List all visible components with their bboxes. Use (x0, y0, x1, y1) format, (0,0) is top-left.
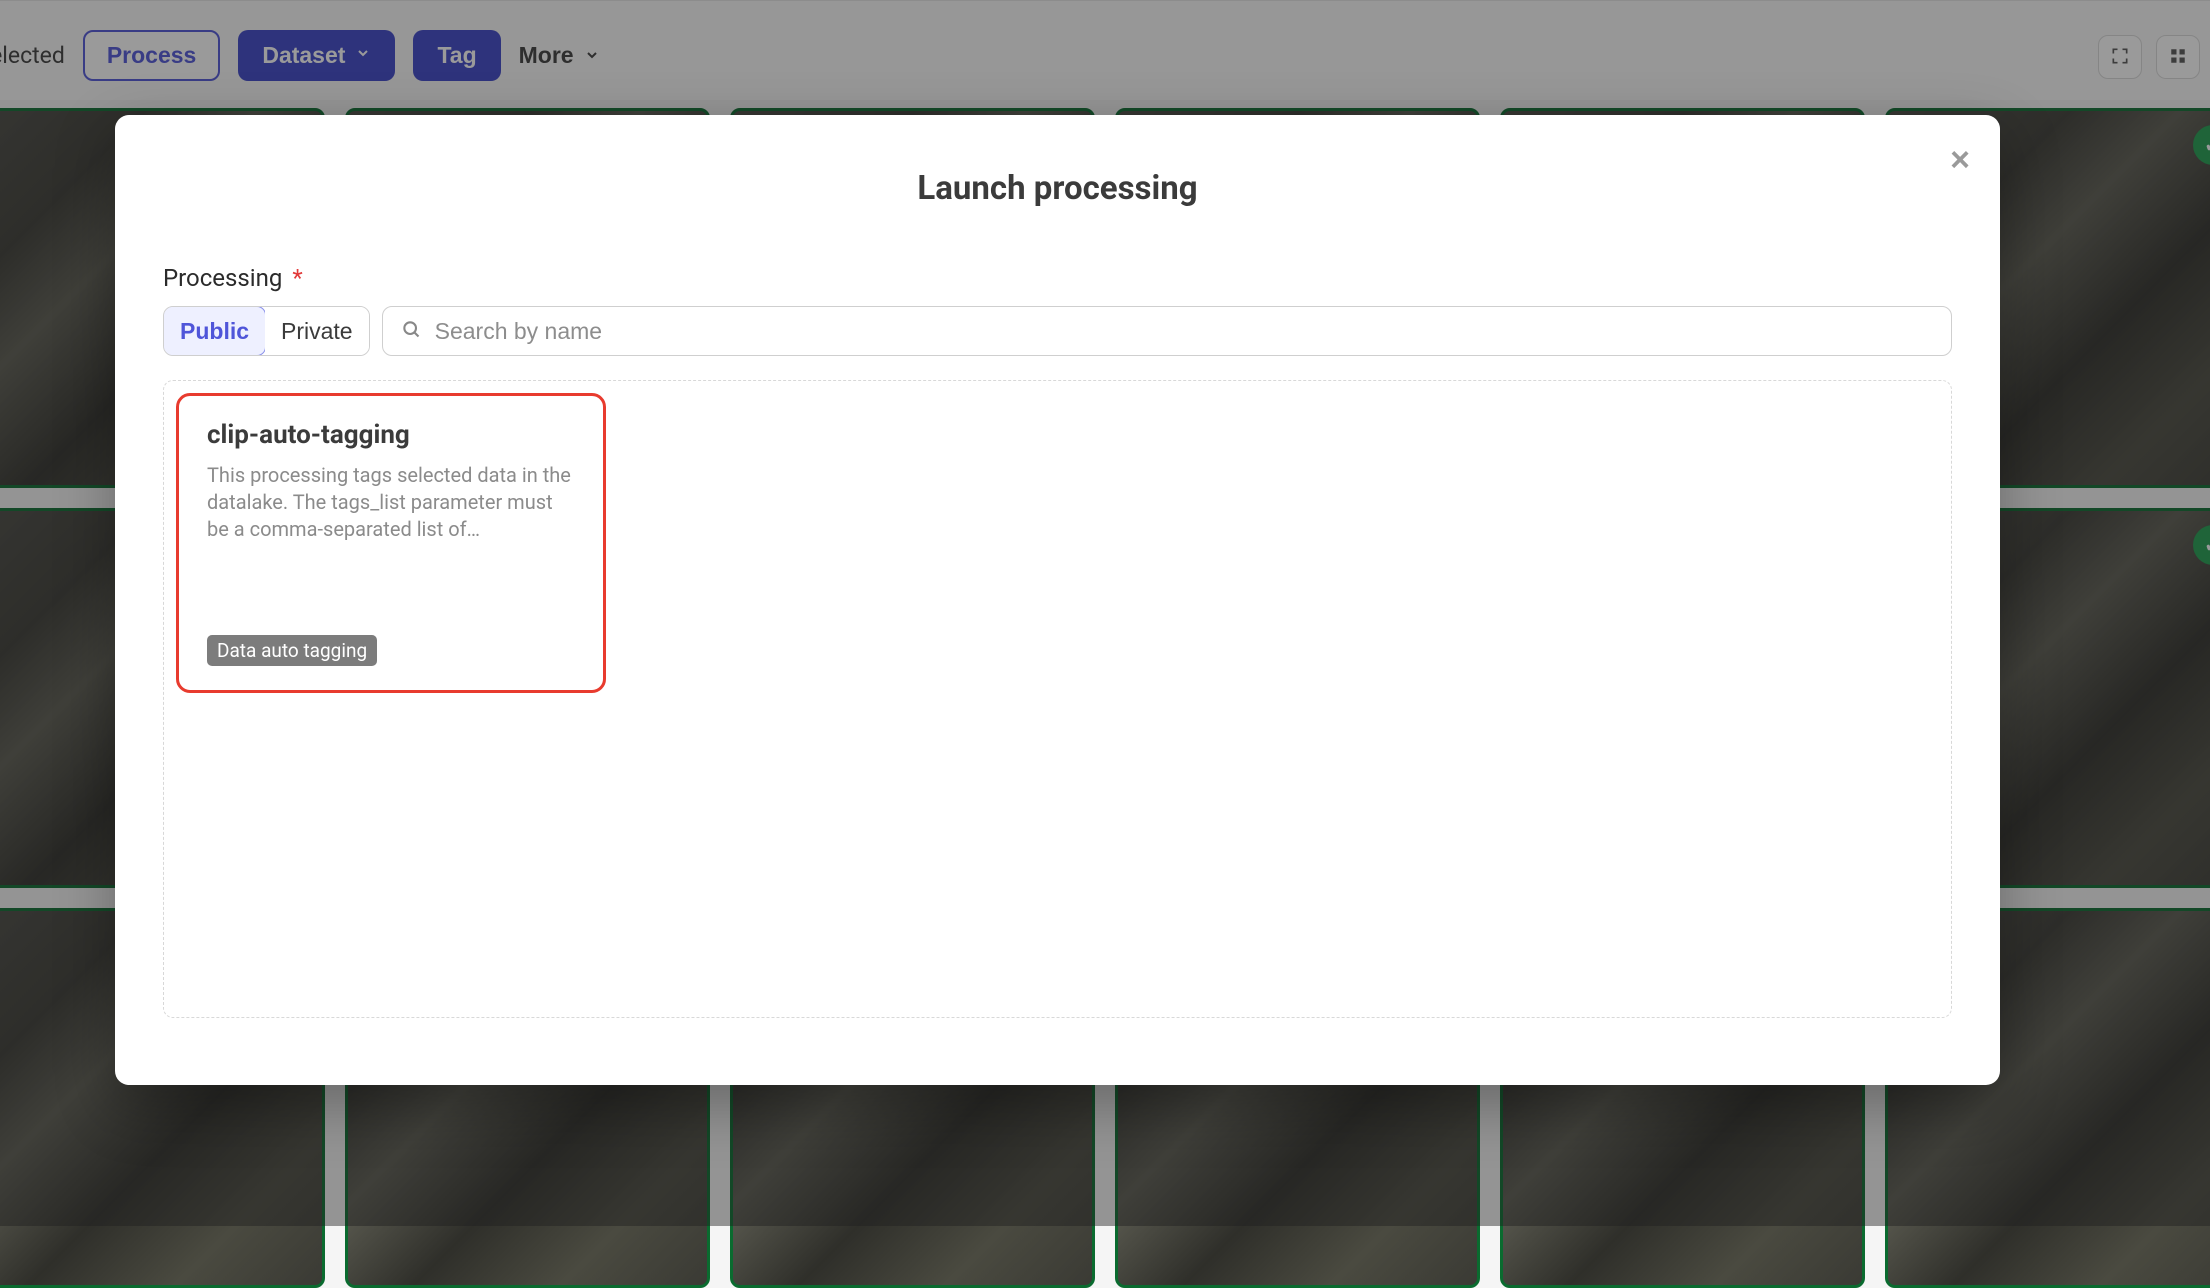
filter-row: Public Private (163, 306, 1952, 356)
field-label-text: Processing (163, 264, 282, 292)
toggle-public-button[interactable]: Public (163, 306, 266, 356)
toggle-private-button[interactable]: Private (265, 307, 369, 355)
close-icon: × (1950, 141, 1970, 179)
required-asterisk: * (292, 264, 302, 292)
search-icon (401, 319, 421, 344)
processing-card-title: clip-auto-tagging (207, 420, 575, 450)
launch-processing-modal: × Launch processing Processing * Public … (115, 115, 2000, 1085)
processing-card-tag: Data auto tagging (207, 635, 377, 666)
search-input[interactable] (435, 307, 1933, 355)
search-container (382, 306, 1952, 356)
modal-title: Launch processing (163, 169, 1952, 208)
processing-card-clip-auto-tagging[interactable]: clip-auto-tagging This processing tags s… (176, 393, 606, 693)
close-button[interactable]: × (1950, 143, 1970, 177)
visibility-toggle: Public Private (163, 306, 370, 356)
processing-card-description: This processing tags selected data in th… (207, 462, 575, 543)
processing-options-area: clip-auto-tagging This processing tags s… (163, 380, 1952, 1018)
processing-field-label: Processing * (163, 264, 1952, 292)
